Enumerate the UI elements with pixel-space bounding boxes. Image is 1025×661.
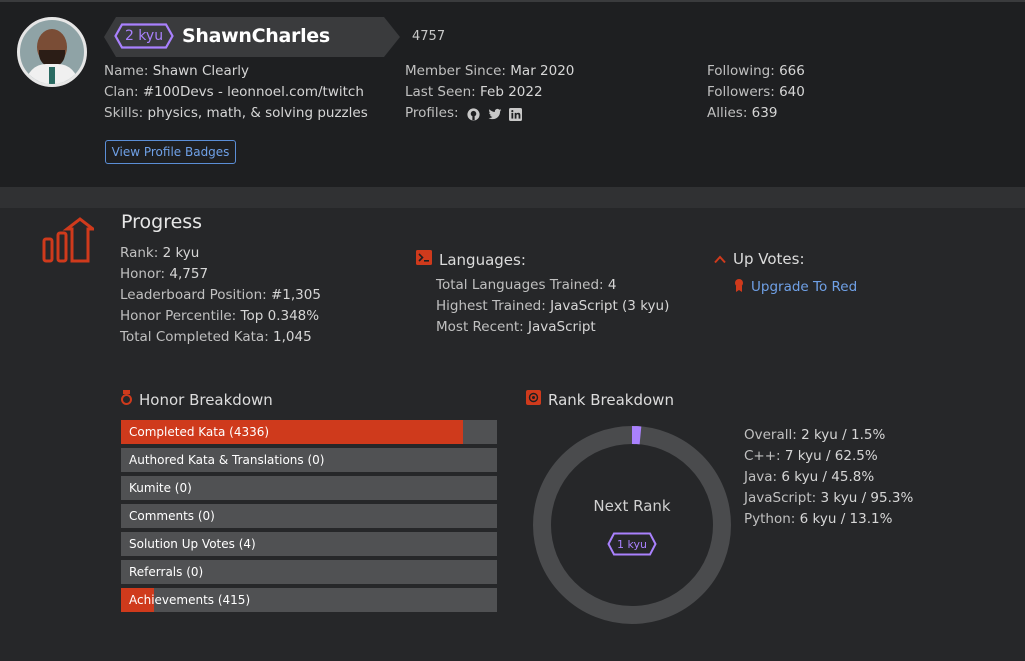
info-profiles: Profiles: [405,103,574,124]
rank-javascript: JavaScript: 3 kyu / 95.3% [744,490,914,506]
rank-badge: 2 kyu [114,23,174,49]
languages-stats: Total Languages Trained: 4 Highest Train… [436,275,669,338]
rank-cpp: C++: 7 kyu / 62.5% [744,448,878,464]
section-separator [0,187,1025,208]
stat-total-kata: Total Completed Kata: 1,045 [120,329,312,345]
honor-bar: Comments (0) [121,504,497,528]
upvotes-heading: Up Votes: [714,250,805,268]
info-name: Name: Shawn Clearly [104,63,250,79]
linkedin-icon[interactable] [508,107,522,121]
rank-breakdown-heading: Rank Breakdown [526,390,674,409]
rank-breakdown-list: Overall: 2 kyu / 1.5% C++: 7 kyu / 62.5%… [744,425,913,530]
info-last-seen: Last Seen: Feb 2022 [405,84,543,100]
chevron-up-icon [714,250,726,268]
honor-breakdown-heading: Honor Breakdown [121,390,273,409]
info-allies: Allies: 639 [707,105,778,121]
progress-chart-icon [42,217,98,267]
rank-overall: Overall: 2 kyu / 1.5% [744,427,886,443]
progress-stats: Rank: 2 kyu Honor: 4,757 Leaderboard Pos… [120,243,321,348]
honor-bar: Solution Up Votes (4) [121,532,497,556]
rank-java: Java: 6 kyu / 45.8% [744,469,875,485]
stat-rank: Rank: 2 kyu [120,245,200,261]
progress-title: Progress [121,211,203,233]
rank-python: Python: 6 kyu / 13.1% [744,511,893,527]
honor-bar: Authored Kata & Translations (0) [121,448,497,472]
info-clan: Clan: #100Devs - leonnoel.com/twitch [104,84,364,100]
upvotes-link-row: Upgrade To Red [734,277,857,296]
rank-progress-donut [533,426,731,624]
honor-breakdown-bars: Completed Kata (4336) Authored Kata & Tr… [121,420,497,616]
info-member-since: Member Since: Mar 2020 [405,63,575,79]
next-rank-label: Next Rank [593,497,671,515]
target-icon [526,390,541,409]
honor-bar-label: Authored Kata & Translations (0) [129,453,325,467]
lang-highest: Highest Trained: JavaScript (3 kyu) [436,298,670,314]
honor-bar-label: Referrals (0) [129,565,204,579]
avatar-tie [49,67,55,84]
donut-track [533,426,731,624]
info-skills: Skills: physics, math, & solving puzzles [104,105,368,121]
lang-recent: Most Recent: JavaScript [436,319,596,335]
honor-bar-label: Achievements (415) [129,593,251,607]
stat-leaderboard: Leaderboard Position: #1,305 [120,287,321,303]
profile-info-col3: Following: 666 Followers: 640 Allies: 63… [707,61,805,124]
honor-count: 4757 [412,29,446,44]
honor-bar: Referrals (0) [121,560,497,584]
info-following: Following: 666 [707,63,805,79]
upgrade-to-red-link[interactable]: Upgrade To Red [751,279,857,295]
next-rank-badge-label: 1 kyu [617,537,647,551]
honor-bar: Achievements (415) [121,588,497,612]
view-profile-badges-button[interactable]: View Profile Badges [105,140,236,164]
lang-total: Total Languages Trained: 4 [436,277,617,293]
github-icon[interactable] [467,107,480,121]
profile-info-col1: Name: Shawn Clearly Clan: #100Devs - leo… [104,61,368,124]
stat-honor: Honor: 4,757 [120,266,209,282]
username: ShawnCharles [182,25,330,47]
avatar[interactable] [17,17,87,87]
honor-bar-label: Comments (0) [129,509,215,523]
honor-bar-label: Solution Up Votes (4) [129,537,256,551]
honor-bar-label: Kumite (0) [129,481,192,495]
profile-info-col2: Member Since: Mar 2020 Last Seen: Feb 20… [405,61,574,124]
stat-percentile: Honor Percentile: Top 0.348% [120,308,320,324]
terminal-icon [416,250,432,269]
honor-bar: Kumite (0) [121,476,497,500]
medal-icon [121,390,132,409]
next-rank-badge: 1 kyu [607,532,657,556]
twitter-icon[interactable] [488,107,502,120]
languages-heading: Languages: [416,250,526,269]
ribbon-icon [734,277,744,296]
honor-bar-label: Completed Kata (4336) [129,425,270,439]
info-followers: Followers: 640 [707,84,805,100]
rank-badge-label: 2 kyu [124,28,164,44]
honor-bar: Completed Kata (4336) [121,420,497,444]
